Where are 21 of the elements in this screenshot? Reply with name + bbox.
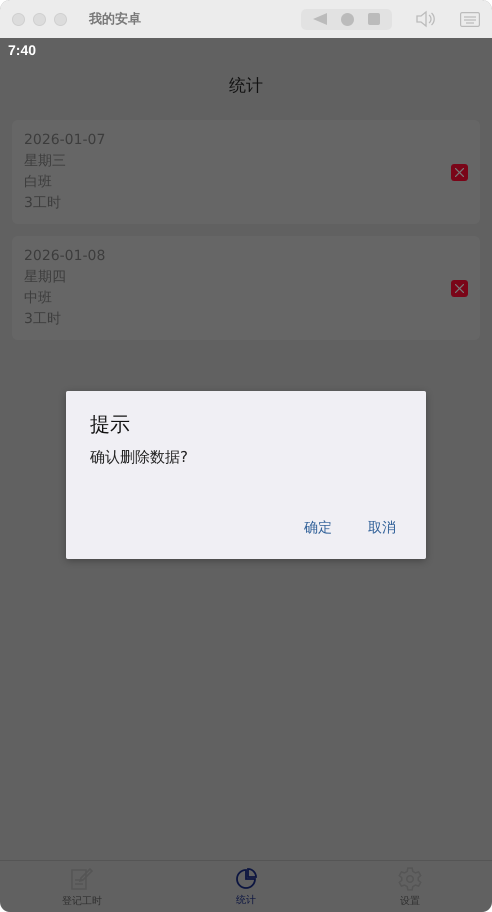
- recents-icon[interactable]: [368, 13, 380, 25]
- dialog-button[interactable]: 确定: [304, 519, 332, 537]
- dialog-message: 确认删除数据?: [90, 448, 189, 468]
- tab[interactable]: 统计: [164, 861, 328, 912]
- maximize-window-button[interactable]: [54, 12, 67, 26]
- keyboard-icon[interactable]: [460, 12, 480, 26]
- window-title: 我的安卓: [89, 10, 142, 28]
- close-window-button[interactable]: [12, 12, 25, 26]
- close-icon: [455, 168, 464, 176]
- pie-chart-icon: [234, 866, 258, 890]
- home-icon[interactable]: [341, 12, 354, 26]
- page-title: 统计: [229, 74, 263, 96]
- volume-icon[interactable]: [416, 10, 436, 28]
- delete-button[interactable]: [451, 280, 468, 296]
- dialog-title: 提示: [90, 411, 131, 438]
- delete-button[interactable]: [451, 164, 468, 180]
- dialog-button[interactable]: 取消: [368, 519, 396, 537]
- back-icon[interactable]: [313, 13, 327, 25]
- minimize-window-button[interactable]: [33, 12, 46, 26]
- close-icon: [455, 284, 464, 292]
- status-time: 7:40: [8, 42, 36, 58]
